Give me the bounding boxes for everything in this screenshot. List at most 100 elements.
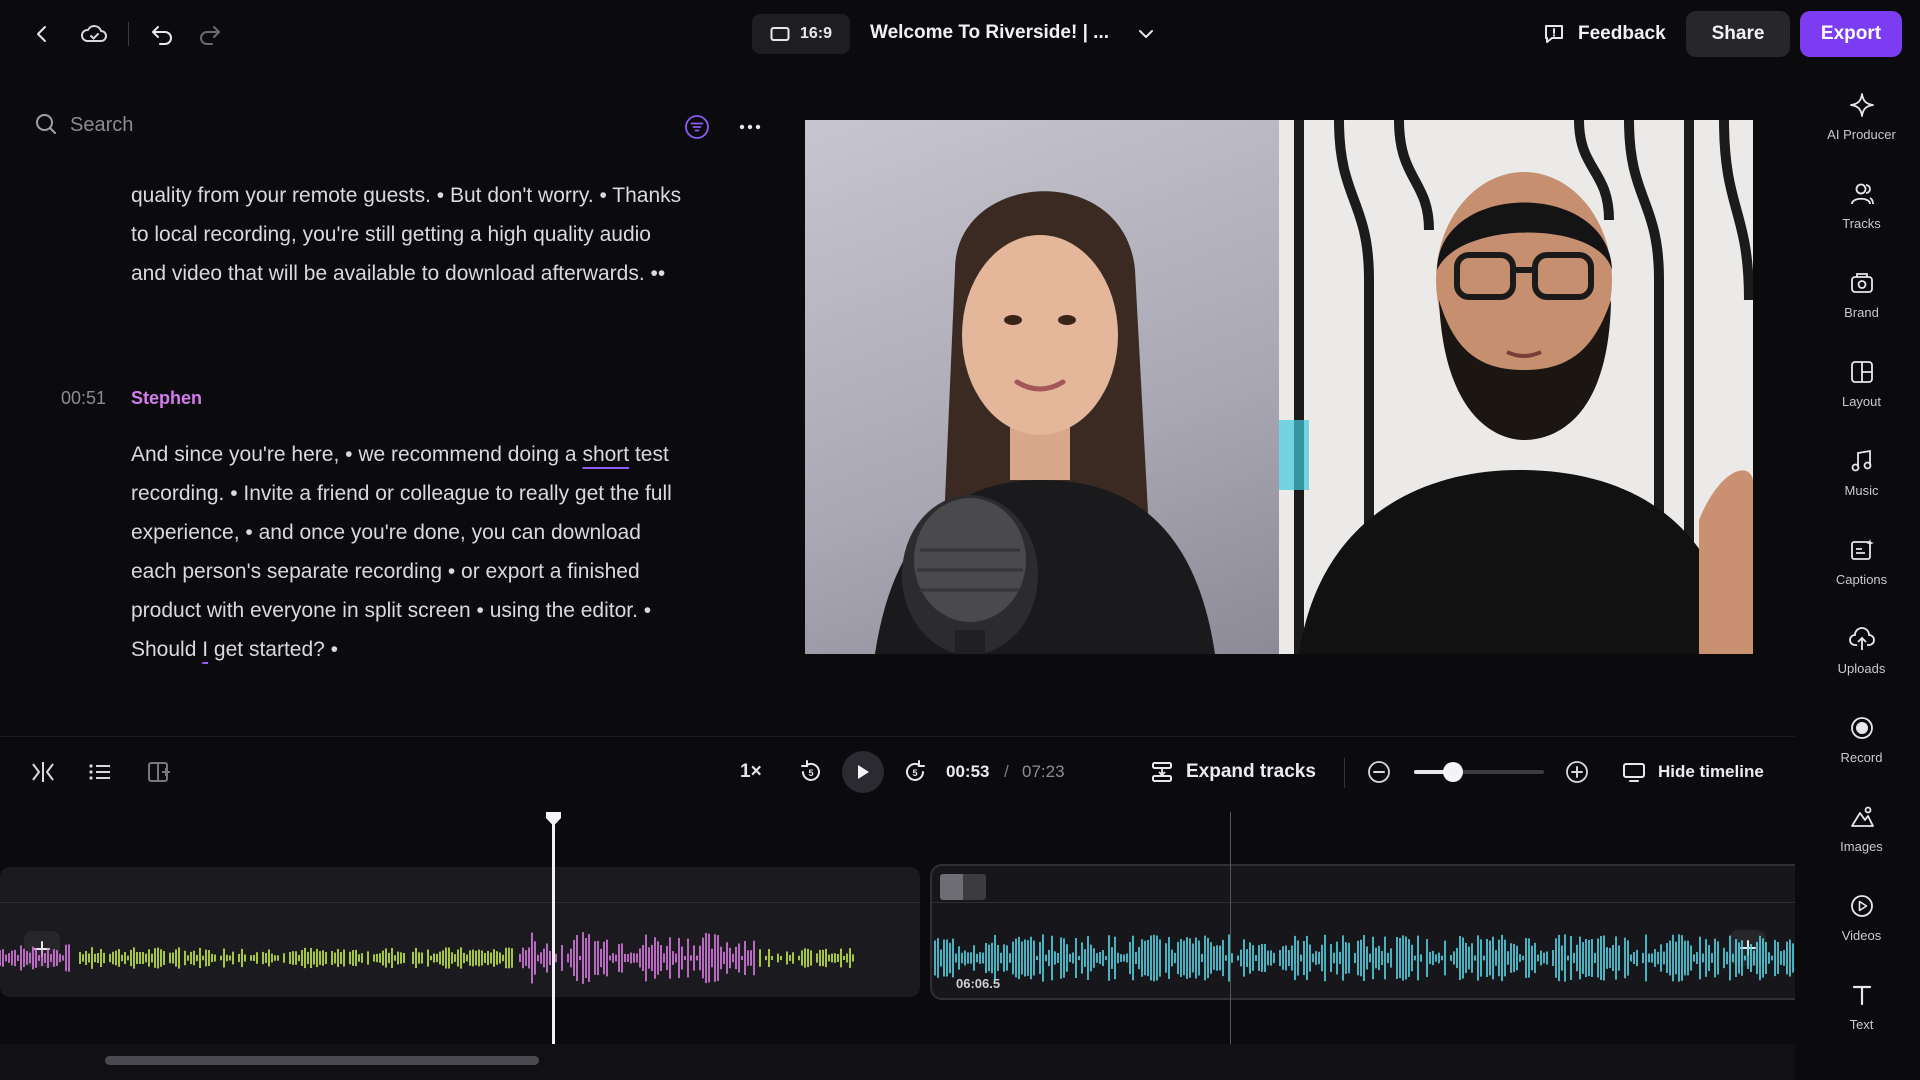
more-options-icon[interactable] [736,114,764,140]
monitor-icon [1622,761,1646,783]
back-chevron-icon[interactable] [26,18,58,50]
rail-label: Captions [1835,572,1888,587]
track-lane-divider [932,902,1795,903]
rail-item-images[interactable]: Images [1803,792,1920,872]
clip-start-time: 06:06.5 [956,976,1001,991]
music-icon [1847,446,1877,476]
transcript-timestamp[interactable]: 00:51 [61,388,106,409]
play-icon [858,765,869,779]
rail-label: Text [1849,1017,1874,1032]
expand-tracks-button[interactable]: Expand tracks [1150,752,1316,792]
plus-icon [1740,940,1756,956]
speaker-name[interactable]: Stephen [131,388,202,409]
rail-label: AI Producer [1827,127,1896,142]
rail-label: Videos [1841,928,1882,943]
timeline-clip-selected[interactable]: 06:06.5 [930,864,1795,1000]
playhead[interactable] [552,812,555,1044]
current-time: 00:53 [946,762,990,781]
rail-item-music[interactable]: Music [1803,436,1920,516]
rail-item-uploads[interactable]: Uploads [1803,614,1920,694]
zoom-out-icon[interactable] [1366,752,1392,792]
playhead-handle[interactable] [545,812,562,827]
project-title[interactable]: Welcome To Riverside! | ... [870,22,1109,44]
timeline-scrollbar[interactable] [105,1056,539,1065]
plus-icon [34,941,50,957]
svg-text:5: 5 [912,768,917,778]
clip-thumbnail [940,874,986,900]
zoom-in-icon[interactable] [1564,752,1590,792]
aspect-ratio-label: 16:9 [799,25,833,42]
sparkle-icon [1847,90,1877,120]
undo-icon[interactable] [146,18,178,50]
controls-divider [1344,758,1345,788]
add-clip-button[interactable] [24,931,60,967]
feedback-button[interactable]: Feedback [1536,14,1672,54]
redo-icon[interactable] [194,18,226,50]
transcript-text: get started? • [208,638,339,661]
transcript-block-2[interactable]: And since you're here, • we recommend do… [131,435,691,669]
text-icon [1847,980,1877,1010]
rail-item-brand[interactable]: Brand [1803,258,1920,338]
hide-timeline-label: Hide timeline [1658,762,1764,781]
rewind-5-icon[interactable]: 5 [798,752,824,792]
timeline-clip[interactable] [0,867,920,997]
add-clip-button[interactable] [1730,930,1766,966]
speaker-video-left [805,120,1279,654]
rail-item-record[interactable]: Record [1803,703,1920,783]
speaker-video-right [1279,120,1753,654]
panel-divider [0,736,1795,737]
transcript-highlighted-word[interactable]: short [582,443,629,466]
export-button[interactable]: Export [1800,11,1902,57]
chevron-down-icon[interactable] [1134,20,1158,48]
search-icon [34,112,58,136]
expand-tracks-label: Expand tracks [1186,761,1316,782]
time-separator: / [1004,762,1009,781]
filter-icon[interactable] [684,114,710,140]
hover-cursor-line [1230,812,1231,1044]
total-duration: 07:23 [1022,762,1065,781]
rail-item-text[interactable]: Text [1803,970,1920,1050]
cloud-sync-icon[interactable] [78,18,110,50]
feedback-icon [1542,22,1566,46]
search-input[interactable] [70,108,630,142]
video-preview[interactable] [805,120,1753,654]
rail-label: Uploads [1837,661,1886,676]
split-clip-icon[interactable] [30,752,56,792]
zoom-slider-handle[interactable] [1443,762,1463,782]
rail-label: Music [1844,483,1879,498]
upload-icon [1847,624,1877,654]
add-layout-icon[interactable] [146,752,172,792]
rail-item-videos[interactable]: Videos [1803,881,1920,961]
brand-icon [1847,268,1877,298]
rail-label: Record [1840,750,1883,765]
rail-item-layout[interactable]: Layout [1803,347,1920,427]
rail-label: Tracks [1842,216,1881,231]
playback-speed-button[interactable]: 1× [740,752,762,792]
zoom-slider[interactable] [1414,770,1544,774]
transcript-text: test recording. • Invite a friend or col… [131,443,672,661]
toolbar-divider [128,22,129,46]
aspect-ratio-button[interactable]: 16:9 [752,14,850,54]
hide-timeline-button[interactable]: Hide timeline [1622,752,1764,792]
list-view-icon[interactable] [88,752,112,792]
transcript-block-1[interactable]: quality from your remote guests. • But d… [131,176,691,293]
timeline[interactable]: 06:06.5 [0,812,1795,1044]
share-button[interactable]: Share [1686,11,1790,57]
feedback-label: Feedback [1578,23,1666,44]
aspect-ratio-icon [770,26,790,42]
videos-icon [1847,891,1877,921]
right-tool-rail: AI Producer Tracks Brand Layout Music Ca… [1803,70,1920,1032]
expand-tracks-icon [1150,760,1174,784]
forward-5-icon[interactable]: 5 [902,752,928,792]
people-icon [1847,179,1877,209]
svg-text:5: 5 [808,768,813,778]
rail-item-ai-producer[interactable]: AI Producer [1803,80,1920,160]
top-bar: 16:9 Welcome To Riverside! | ... Feedbac… [0,0,1920,68]
rail-item-captions[interactable]: Captions [1803,525,1920,605]
rail-item-tracks[interactable]: Tracks [1803,169,1920,249]
play-button[interactable] [842,751,884,793]
rail-label: Images [1840,839,1883,854]
rail-label: Brand [1844,305,1879,320]
layout-icon [1847,357,1877,387]
transcript-panel: quality from your remote guests. • But d… [0,160,790,730]
